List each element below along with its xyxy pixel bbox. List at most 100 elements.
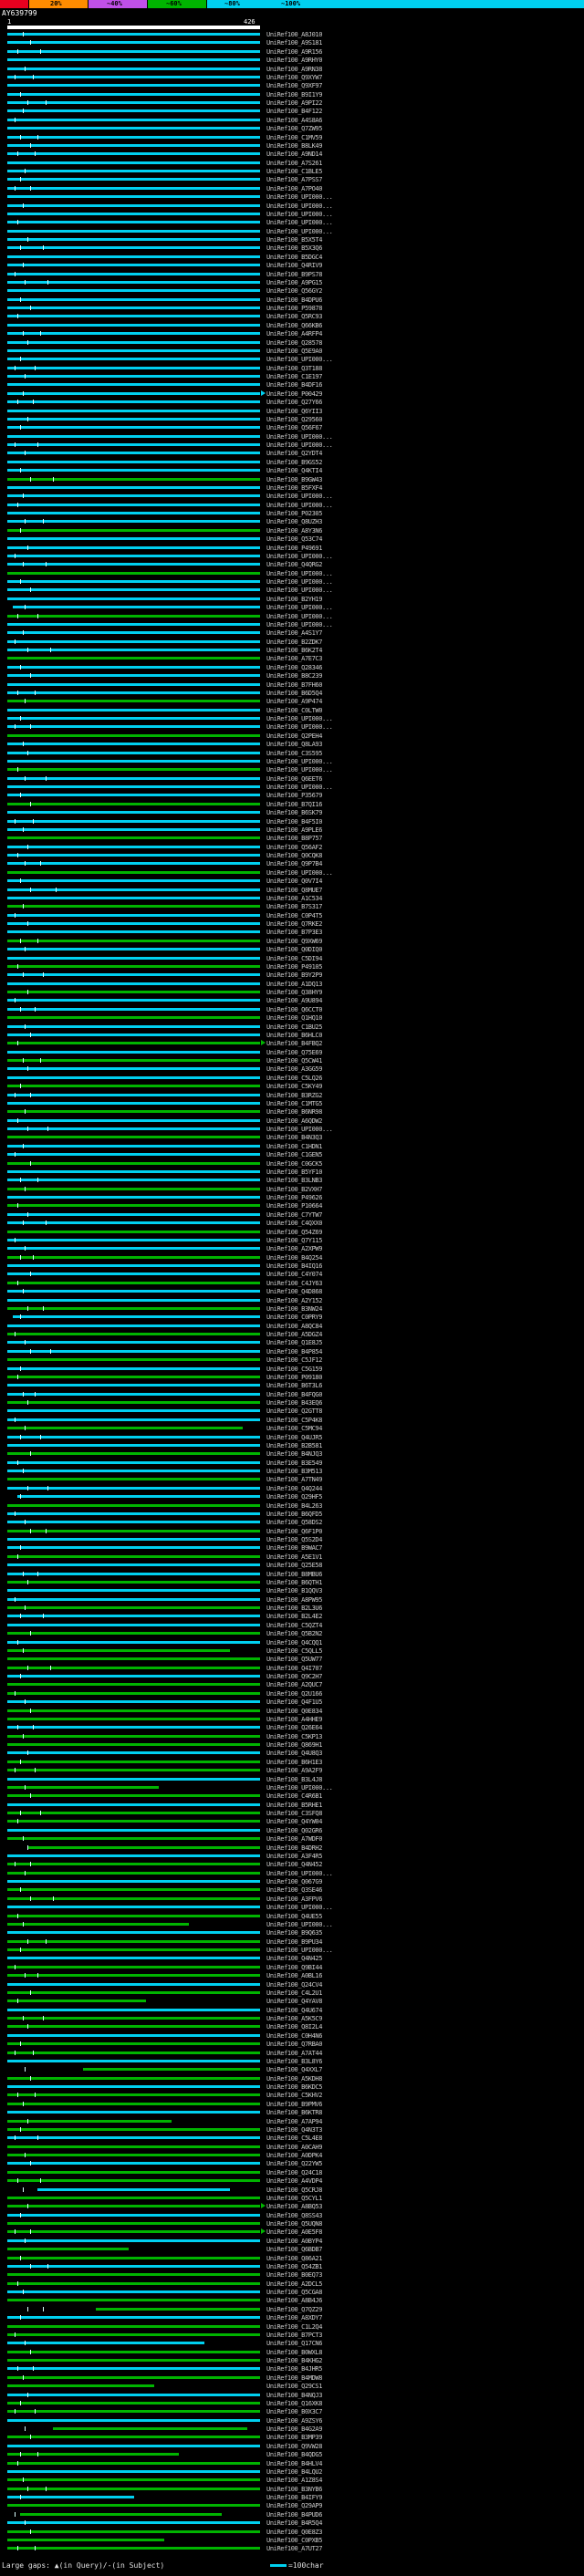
hit-label[interactable]: UniRef100_Q4QRG2 [266,561,322,568]
hit-bar[interactable] [7,1470,260,1472]
hit-row[interactable]: UniRef100_UPI000... [0,1920,584,1928]
hit-label[interactable]: UniRef100_A9PG15 [266,279,322,286]
hit-label[interactable]: UniRef100_B9PU34 [266,1938,322,1946]
hit-row[interactable]: UniRef100_C4R6B1 [0,1792,584,1800]
hit-bar[interactable] [7,348,260,352]
hit-bar[interactable] [7,580,260,583]
hit-row[interactable]: UniRef100_Q4KTI4 [0,466,584,474]
hit-label[interactable]: UniRef100_Q28578 [266,339,322,347]
hit-row[interactable]: UniRef100_A3FPV6 [0,1895,584,1903]
hit-bar[interactable] [37,2187,230,2191]
hit-label[interactable]: UniRef100_B1QQV3 [266,1587,322,1594]
hit-row[interactable]: UniRef100_A7UT27 [0,2544,584,2552]
hit-bar[interactable] [7,1965,260,1968]
hit-bar[interactable] [7,1075,260,1079]
hit-bar[interactable] [7,2256,260,2259]
hit-bar[interactable] [7,768,260,772]
hit-bar[interactable] [7,2504,260,2508]
hit-bar[interactable] [7,417,260,421]
hit-bar[interactable] [7,2444,260,2447]
hit-bar[interactable] [7,1460,260,1464]
hit-label[interactable]: UniRef100_Q4Q244 [266,1485,322,1492]
hit-row[interactable]: UniRef100_B2L4E2 [0,1612,584,1620]
hit-label[interactable]: UniRef100_UPI000... [266,553,333,560]
hit-row[interactable]: UniRef100_A8BQ53 [0,2202,584,2210]
hit-bar[interactable] [7,888,260,891]
hit-row[interactable]: UniRef100_B6D5Q4 [0,689,584,697]
hit-row[interactable]: UniRef100_A7TN49 [0,1475,584,1483]
hit-bar[interactable] [7,2042,260,2046]
hit-row[interactable]: UniRef100_UPI000... [0,868,584,877]
hit-bar[interactable] [7,2008,260,2011]
hit-bar[interactable] [7,323,260,327]
hit-bar[interactable] [7,2375,260,2379]
hit-label[interactable]: UniRef100_Q54Z69 [266,1229,322,1236]
hit-label[interactable]: UniRef100_Q4N425 [266,1955,322,1962]
hit-bar[interactable] [7,1255,260,1259]
hit-bar[interactable] [7,358,260,361]
hit-bar[interactable] [7,905,260,909]
hit-label[interactable]: UniRef100_Q5E9A0 [266,348,322,355]
hit-label[interactable]: UniRef100_Q0V7I4 [266,878,322,885]
hit-row[interactable]: UniRef100_A2DCL5 [0,2280,584,2288]
hit-bar[interactable] [19,2512,223,2516]
hit-label[interactable]: UniRef100_B8C239 [266,672,322,680]
hit-label[interactable]: UniRef100_C0LTW0 [266,707,322,714]
hit-row[interactable]: UniRef100_A3F4R5 [0,1852,584,1860]
hit-bar[interactable] [7,2478,260,2482]
hit-row[interactable]: UniRef100_B1QQV3 [0,1586,584,1594]
hit-row[interactable]: UniRef100_Q29AP9 [0,2501,584,2509]
hit-row[interactable]: UniRef100_A4HHE9 [0,1715,584,1723]
hit-bar[interactable] [7,212,260,215]
hit-label[interactable]: UniRef100_Q8UZH3 [266,518,322,525]
hit-row[interactable]: UniRef100_Q0CQK8 [0,851,584,859]
hit-row[interactable]: UniRef100_B4F122 [0,107,584,115]
hit-row[interactable]: UniRef100_UPI000... [0,492,584,500]
hit-row[interactable]: UniRef100_Q6EET6 [0,774,584,783]
hit-bar[interactable] [7,443,260,446]
hit-row[interactable]: UniRef100_Q5CGA8 [0,2288,584,2296]
hit-bar[interactable] [7,854,260,857]
hit-label[interactable]: UniRef100_B3NYB6 [266,2486,322,2493]
hit-row[interactable]: UniRef100_A1C534 [0,894,584,902]
hit-label[interactable]: UniRef100_Q4XXL7 [266,2066,322,2073]
hit-row[interactable]: UniRef100_UPI000... [0,227,584,235]
hit-row[interactable]: UniRef100_Q3T188 [0,364,584,372]
hit-row[interactable]: UniRef100_B7FH60 [0,680,584,689]
hit-row[interactable]: UniRef100_C5DI94 [0,954,584,962]
hit-row[interactable]: UniRef100_A7E7C3 [0,654,584,662]
hit-label[interactable]: UniRef100_B43EQ6 [266,1399,322,1407]
hit-row[interactable]: UniRef100_B8LK49 [0,141,584,150]
hit-row[interactable]: UniRef100_A9PLE6 [0,826,584,834]
hit-label[interactable]: UniRef100_B8MBU6 [266,1571,322,1578]
hit-label[interactable]: UniRef100_Q9C2H7 [266,1673,322,1680]
hit-label[interactable]: UniRef100_C5KHV2 [266,2092,322,2099]
hit-bar[interactable] [7,2332,260,2336]
hit-label[interactable]: UniRef100_A5K5C9 [266,2015,322,2022]
hit-bar[interactable] [7,1169,260,1173]
hit-row[interactable]: UniRef100_A0E5F8 [0,2228,584,2236]
hit-row[interactable]: UniRef100_C5MC94 [0,1424,584,1432]
hit-row[interactable]: UniRef100_A9A2F9 [0,1766,584,1774]
hit-row[interactable]: UniRef100_A9ND14 [0,150,584,158]
hit-bar[interactable] [7,1563,260,1567]
hit-label[interactable]: UniRef100_Q56GY2 [266,287,322,295]
hit-row[interactable]: UniRef100_A2Y152 [0,1296,584,1304]
hit-bar[interactable] [7,469,260,473]
hit-label[interactable]: UniRef100_B3NW24 [266,1305,322,1313]
hit-label[interactable]: UniRef100_UPI000... [266,1784,333,1792]
hit-bar[interactable] [7,1161,260,1165]
hit-bar[interactable] [7,1615,260,1618]
hit-row[interactable]: UniRef100_B4G2A9 [0,2425,584,2433]
hit-label[interactable]: UniRef100_P49691 [266,545,322,552]
hit-row[interactable]: UniRef100_B4IQ16 [0,1262,584,1270]
hit-label[interactable]: UniRef100_Q0E834 [266,1708,322,1715]
hit-row[interactable]: UniRef100_B4LQU2 [0,2467,584,2476]
hit-row[interactable]: UniRef100_B4NJQ3 [0,1449,584,1458]
hit-row[interactable]: UniRef100_A3GG59 [0,1065,584,1073]
hit-label[interactable]: UniRef100_A7PO40 [266,185,322,192]
hit-bar[interactable] [7,195,260,199]
hit-label[interactable]: UniRef100_Q86A21 [266,2255,322,2262]
hit-row[interactable]: UniRef100_P49691 [0,544,584,552]
hit-row[interactable]: UniRef100_B5DGC4 [0,253,584,261]
